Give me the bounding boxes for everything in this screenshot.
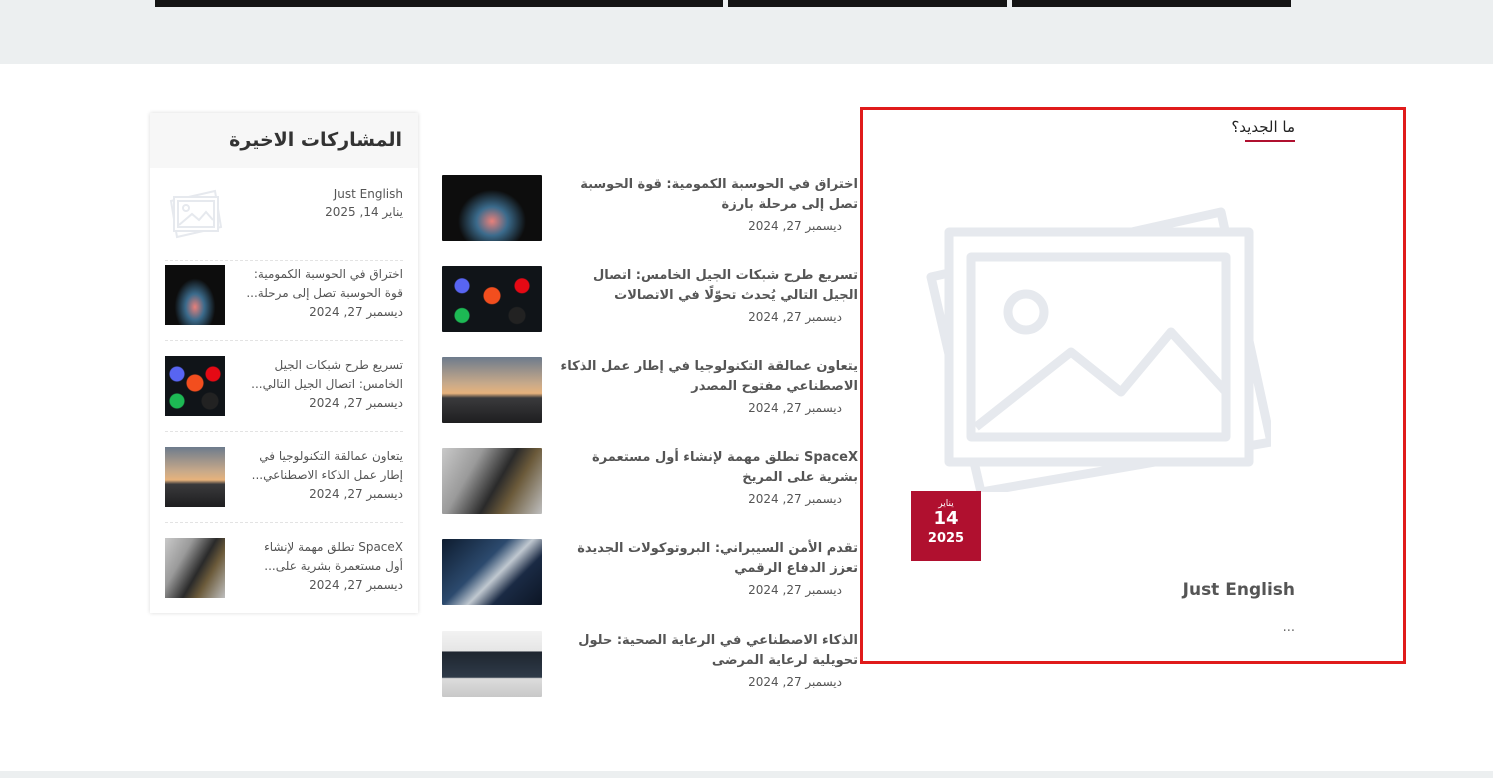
post-list-item[interactable]: تسريع طرح شبكات الجيل الخامس: اتصال الجي… xyxy=(442,266,858,332)
post-title[interactable]: اختراق في الحوسبة الكمومية: قوة الحوسبة … xyxy=(553,175,858,215)
desk-laptop-image[interactable] xyxy=(442,631,542,697)
sunset-person-image[interactable] xyxy=(442,357,542,423)
post-list-item[interactable]: SpaceX تطلق مهمة لإنشاء أول مستعمرة بشري… xyxy=(442,448,858,514)
security-image[interactable] xyxy=(442,539,542,605)
featured-post-excerpt: ... xyxy=(1282,620,1295,635)
date-year: 2025 xyxy=(927,531,965,546)
recent-post-date: ديسمبر 27, 2024 xyxy=(309,396,403,410)
post-title[interactable]: تقدم الأمن السيبراني: البروتوكولات الجدي… xyxy=(553,539,858,579)
recent-post-date: يناير 14, 2025 xyxy=(325,205,403,219)
post-title[interactable]: الذكاء الاصطناعي في الرعاية الصحية: حلول… xyxy=(553,631,858,671)
date-badge: يناير 14 2025 xyxy=(911,491,981,561)
title-underline xyxy=(1245,140,1295,142)
post-date: ديسمبر 27, 2024 xyxy=(748,675,842,689)
recent-post-item[interactable]: Just English يناير 14, 2025 xyxy=(165,185,403,261)
featured-post-title[interactable]: Just English xyxy=(1183,580,1295,600)
app-icons-image[interactable] xyxy=(442,266,542,332)
recent-post-item[interactable]: يتعاون عمالقة التكنولوجيا في إطار عمل ال… xyxy=(165,447,403,523)
date-day: 14 xyxy=(933,508,959,529)
placeholder-image-icon[interactable] xyxy=(165,185,225,245)
recent-post-date: ديسمبر 27, 2024 xyxy=(309,487,403,501)
recent-post-item[interactable]: SpaceX تطلق مهمة لإنشاء أول مستعمرة بشري… xyxy=(165,538,403,614)
car-interior-image[interactable] xyxy=(442,448,542,514)
app-icons-image[interactable] xyxy=(165,356,225,416)
post-date: ديسمبر 27, 2024 xyxy=(748,583,842,597)
post-list-item[interactable]: الذكاء الاصطناعي في الرعاية الصحية: حلول… xyxy=(442,631,858,697)
post-date: ديسمبر 27, 2024 xyxy=(748,310,842,324)
post-title[interactable]: يتعاون عمالقة التكنولوجيا في إطار عمل ال… xyxy=(553,357,858,397)
laptop-glow-image[interactable] xyxy=(442,175,542,241)
recent-post-title[interactable]: يتعاون عمالقة التكنولوجيا في إطار عمل ال… xyxy=(243,447,403,485)
post-title[interactable]: تسريع طرح شبكات الجيل الخامس: اتصال الجي… xyxy=(553,266,858,306)
recent-post-date: ديسمبر 27, 2024 xyxy=(309,578,403,592)
top-slider-image[interactable] xyxy=(155,0,723,7)
recent-post-title[interactable]: SpaceX تطلق مهمة لإنشاء أول مستعمرة بشري… xyxy=(243,538,403,576)
recent-post-item[interactable]: تسريع طرح شبكات الجيل الخامس: اتصال الجي… xyxy=(165,356,403,432)
post-date: ديسمبر 27, 2024 xyxy=(748,401,842,415)
placeholder-image-icon[interactable] xyxy=(921,202,1271,492)
post-date: ديسمبر 27, 2024 xyxy=(748,219,842,233)
top-slider-image[interactable] xyxy=(1012,0,1291,7)
post-list-item[interactable]: تقدم الأمن السيبراني: البروتوكولات الجدي… xyxy=(442,539,858,605)
post-date: ديسمبر 27, 2024 xyxy=(748,492,842,506)
post-list-item[interactable]: اختراق في الحوسبة الكمومية: قوة الحوسبة … xyxy=(442,175,858,241)
sunset-person-image[interactable] xyxy=(165,447,225,507)
post-title[interactable]: SpaceX تطلق مهمة لإنشاء أول مستعمرة بشري… xyxy=(553,448,858,488)
top-band xyxy=(0,0,1493,64)
recent-post-item[interactable]: اختراق في الحوسبة الكمومية: قوة الحوسبة … xyxy=(165,265,403,341)
recent-post-title[interactable]: تسريع طرح شبكات الجيل الخامس: اتصال الجي… xyxy=(243,356,403,394)
whats-new-section: ما الجديد؟ يناير 14 2025 Just English ..… xyxy=(860,107,1406,664)
recent-post-date: ديسمبر 27, 2024 xyxy=(309,305,403,319)
laptop-glow-image[interactable] xyxy=(165,265,225,325)
recent-post-title[interactable]: اختراق في الحوسبة الكمومية: قوة الحوسبة … xyxy=(243,265,403,303)
recent-post-title[interactable]: Just English xyxy=(243,185,403,204)
recent-posts-title: المشاركات الاخيرة xyxy=(229,129,402,151)
recent-posts-widget: المشاركات الاخيرة Just English يناير 14,… xyxy=(150,113,418,613)
post-list-item[interactable]: يتعاون عمالقة التكنولوجيا في إطار عمل ال… xyxy=(442,357,858,423)
whats-new-title: ما الجديد؟ xyxy=(1231,118,1295,136)
top-slider-image[interactable] xyxy=(728,0,1007,7)
footer-band xyxy=(0,771,1493,778)
car-interior-image[interactable] xyxy=(165,538,225,598)
